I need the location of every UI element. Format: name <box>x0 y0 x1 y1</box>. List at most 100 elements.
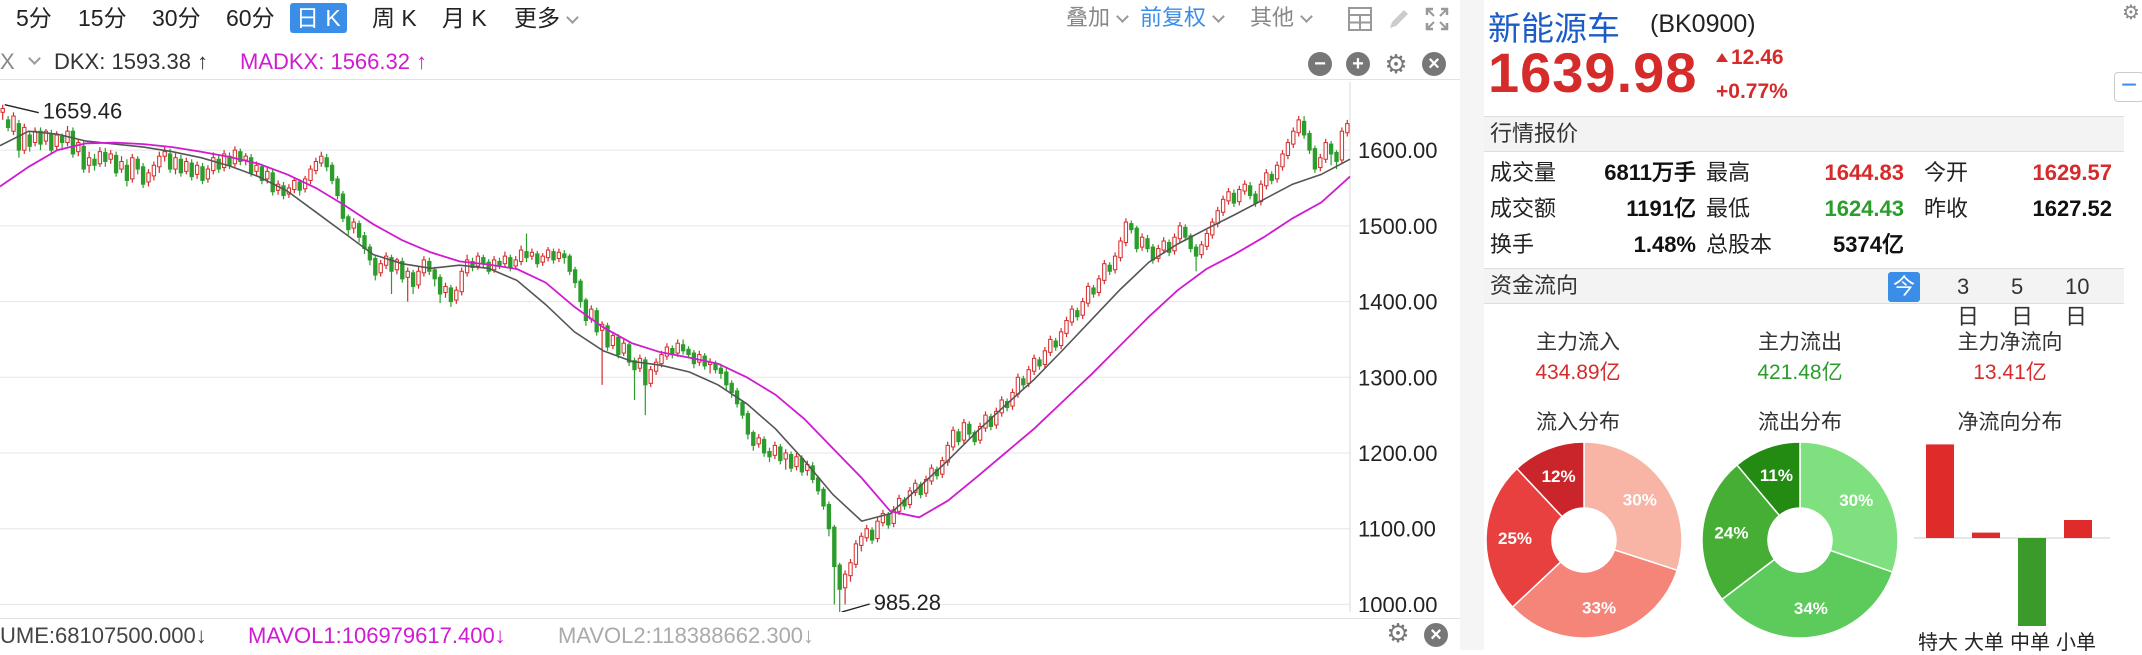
candle-body <box>454 289 459 301</box>
tab-10d[interactable]: 10日 <box>2060 272 2094 329</box>
candle-body <box>448 287 454 303</box>
candle-body <box>567 255 572 272</box>
period-monthly-tab[interactable]: 月 K <box>442 3 487 33</box>
y-tick-label: 1100.00 <box>1358 517 1436 542</box>
gear-icon[interactable]: ⚙ <box>1384 51 1408 77</box>
candle-body <box>103 151 108 162</box>
candle-body <box>1118 240 1123 259</box>
close-icon[interactable]: × <box>1424 623 1448 647</box>
candle-body <box>659 354 664 365</box>
candle-body <box>540 255 545 263</box>
candle-body <box>1312 148 1318 170</box>
donut-slice-label: 25% <box>1498 529 1532 548</box>
quote-value: 1624.43 <box>1824 196 1904 221</box>
candle-body <box>1242 183 1247 192</box>
candle-body <box>1021 378 1026 386</box>
candle-body <box>1226 191 1231 202</box>
other-dropdown[interactable]: 其他 <box>1250 3 1313 33</box>
period-60min-tab[interactable]: 60分 <box>226 3 275 33</box>
candle-body <box>167 153 173 170</box>
candlestick-chart[interactable]: 1600.00 1500.00 1400.00 1300.00 1200.00 1100.… <box>0 82 1460 612</box>
candle-body <box>329 164 335 181</box>
period-5min-tab[interactable]: 5分 <box>16 3 52 33</box>
grid-layout-icon[interactable] <box>1347 6 1373 32</box>
tab-5d[interactable]: 5日 <box>2006 272 2038 329</box>
chevron-down-icon <box>566 11 579 24</box>
quote-value: 1644.83 <box>1824 160 1904 185</box>
candle-body <box>130 157 135 180</box>
chart-canvas[interactable]: 1600.00 1500.00 1400.00 1300.00 1200.00 1100.… <box>0 82 1460 612</box>
adjust-dropdown[interactable]: 前复权 <box>1140 3 1225 33</box>
candle-body <box>724 371 729 386</box>
chevron-down-icon[interactable] <box>28 52 41 65</box>
candle-body <box>1215 210 1220 225</box>
candle-body <box>1237 189 1242 203</box>
candle-body <box>778 446 783 462</box>
tab-3d[interactable]: 3日 <box>1952 272 1984 329</box>
outflow-label: 主力流出 <box>1758 331 1842 354</box>
plus-icon[interactable]: + <box>1346 52 1370 76</box>
candle-body <box>1085 285 1091 304</box>
candle-body <box>1318 157 1323 169</box>
gear-icon[interactable]: ⚙ <box>2122 0 2142 24</box>
period-weekly-tab[interactable]: 周 K <box>372 3 417 33</box>
quote-label: 最高 <box>1706 160 1751 185</box>
minus-icon[interactable]: − <box>1308 52 1332 76</box>
net-bar <box>1926 444 1954 538</box>
donut-slice-label: 30% <box>1839 491 1873 510</box>
madkx-value: MADKX: 1566.32 ↑ <box>240 49 428 74</box>
candle-body <box>535 253 540 265</box>
inflow-label: 主力流入 <box>1536 331 1620 354</box>
candle-body <box>1264 172 1269 187</box>
candle-body <box>518 249 524 262</box>
fullscreen-icon[interactable] <box>1424 6 1450 32</box>
candle-body <box>675 342 680 354</box>
net-flow-label: 主力净流向 <box>1957 331 2063 354</box>
collapse-button[interactable]: − <box>2114 71 2142 102</box>
candle-body <box>772 444 778 456</box>
candle-body <box>524 251 529 259</box>
tab-today[interactable]: 今日 <box>1888 272 1921 329</box>
period-30min-tab[interactable]: 30分 <box>152 3 201 33</box>
candle-body <box>956 431 961 443</box>
candle-body <box>967 423 972 435</box>
candle-body <box>961 422 967 441</box>
period-15min-tab[interactable]: 15分 <box>78 3 127 33</box>
panel-divider[interactable] <box>1460 0 1484 650</box>
candle-body <box>324 157 329 168</box>
overlay-dropdown[interactable]: 叠加 <box>1066 3 1129 33</box>
candle-body <box>1037 359 1042 367</box>
candle-body <box>621 342 626 354</box>
candle-body <box>1096 278 1102 293</box>
candle-body <box>1231 192 1237 204</box>
candle-body <box>119 161 124 170</box>
candle-body <box>1247 185 1253 197</box>
close-icon[interactable]: × <box>1422 52 1446 76</box>
quote-label: 成交额 <box>1490 196 1557 221</box>
candle-body <box>551 251 556 261</box>
candle-body <box>788 454 794 469</box>
candle-body <box>1328 143 1334 155</box>
outflow-value: 421.48亿 <box>1757 361 1843 384</box>
candle-body <box>281 185 286 197</box>
candle-body <box>200 166 205 181</box>
candle-body <box>108 153 113 160</box>
candle-body <box>211 157 216 172</box>
period-more-dropdown[interactable]: 更多 <box>514 3 579 33</box>
kline-panel: 5分 15分 30分 60分 日 K 周 K 月 K 更多 叠加 前复权 其他 … <box>0 0 1460 650</box>
period-daily-tab[interactable]: 日 K <box>290 3 347 33</box>
candle-body <box>1091 287 1096 295</box>
candle-body <box>124 164 130 181</box>
dkx-line <box>0 130 1351 522</box>
candle-body <box>178 158 184 174</box>
candle-body <box>761 438 767 454</box>
candle-body <box>497 260 502 266</box>
indicator-prefix[interactable]: X <box>0 48 15 76</box>
candle-body <box>1058 331 1064 346</box>
candle-body <box>848 562 853 577</box>
pencil-icon[interactable] <box>1386 6 1412 32</box>
candle-body <box>475 255 481 267</box>
candle-body <box>1123 221 1129 244</box>
gear-icon[interactable]: ⚙ <box>1386 620 1410 646</box>
candle-body <box>1064 320 1069 334</box>
